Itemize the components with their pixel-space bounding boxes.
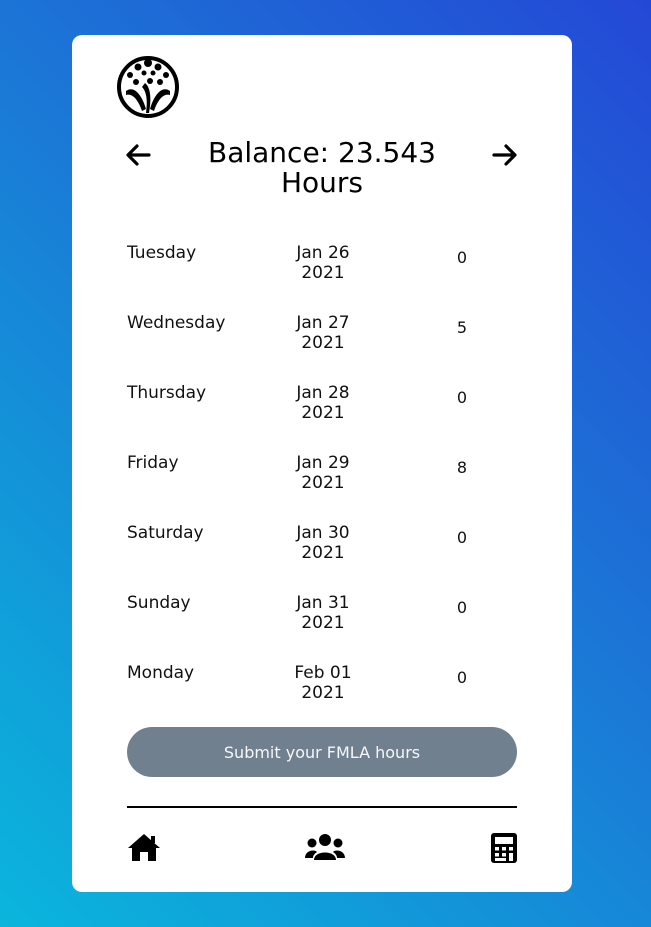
day-label: Monday <box>127 663 195 683</box>
day-label: Friday <box>127 453 179 473</box>
tab-team[interactable] <box>305 832 345 864</box>
day-label: Wednesday <box>127 313 226 333</box>
hours-value[interactable]: 5 <box>452 318 472 337</box>
hours-value[interactable]: 0 <box>452 388 472 407</box>
day-label: Thursday <box>127 383 207 403</box>
main-card: Balance: 23.543 Hours Tuesday Jan 26 202… <box>72 35 572 892</box>
date-label: Jan 26 2021 <box>296 243 350 283</box>
list-item: Thursday Jan 28 2021 0 <box>127 379 517 449</box>
list-item: Saturday Jan 30 2021 0 <box>127 519 517 589</box>
users-icon <box>305 834 345 860</box>
list-item: Wednesday Jan 27 2021 5 <box>127 309 517 379</box>
date-label: Jan 30 2021 <box>296 523 350 563</box>
list-item: Friday Jan 29 2021 8 <box>127 449 517 519</box>
balance-heading: Balance: 23.543 Hours <box>208 136 436 199</box>
calculator-icon <box>491 833 517 863</box>
date-label: Jan 28 2021 <box>296 383 350 423</box>
date-label: Jan 29 2021 <box>296 453 350 493</box>
hours-value[interactable]: 0 <box>452 668 472 687</box>
date-label: Feb 01 2021 <box>294 663 352 703</box>
arrow-left-icon[interactable] <box>124 141 152 169</box>
tab-home[interactable] <box>126 832 162 864</box>
hours-value[interactable]: 0 <box>452 598 472 617</box>
day-label: Sunday <box>127 593 191 613</box>
hours-value[interactable]: 0 <box>452 248 472 267</box>
brand-logo-icon <box>117 56 179 118</box>
submit-hours-button[interactable]: Submit your FMLA hours <box>127 727 517 777</box>
arrow-right-icon[interactable] <box>491 141 519 169</box>
hours-list: Tuesday Jan 26 2021 0 Wednesday Jan 27 2… <box>127 239 517 729</box>
list-item: Monday Feb 01 2021 0 <box>127 659 517 729</box>
list-item: Tuesday Jan 26 2021 0 <box>127 239 517 309</box>
date-label: Jan 27 2021 <box>296 313 350 353</box>
tab-calculator[interactable] <box>490 832 518 864</box>
home-icon <box>128 834 160 861</box>
tabbar-divider <box>127 806 517 808</box>
hours-value[interactable]: 0 <box>452 528 472 547</box>
day-label: Tuesday <box>127 243 197 263</box>
hours-value[interactable]: 8 <box>452 458 472 477</box>
date-label: Jan 31 2021 <box>296 593 350 633</box>
day-label: Saturday <box>127 523 204 543</box>
list-item: Sunday Jan 31 2021 0 <box>127 589 517 659</box>
